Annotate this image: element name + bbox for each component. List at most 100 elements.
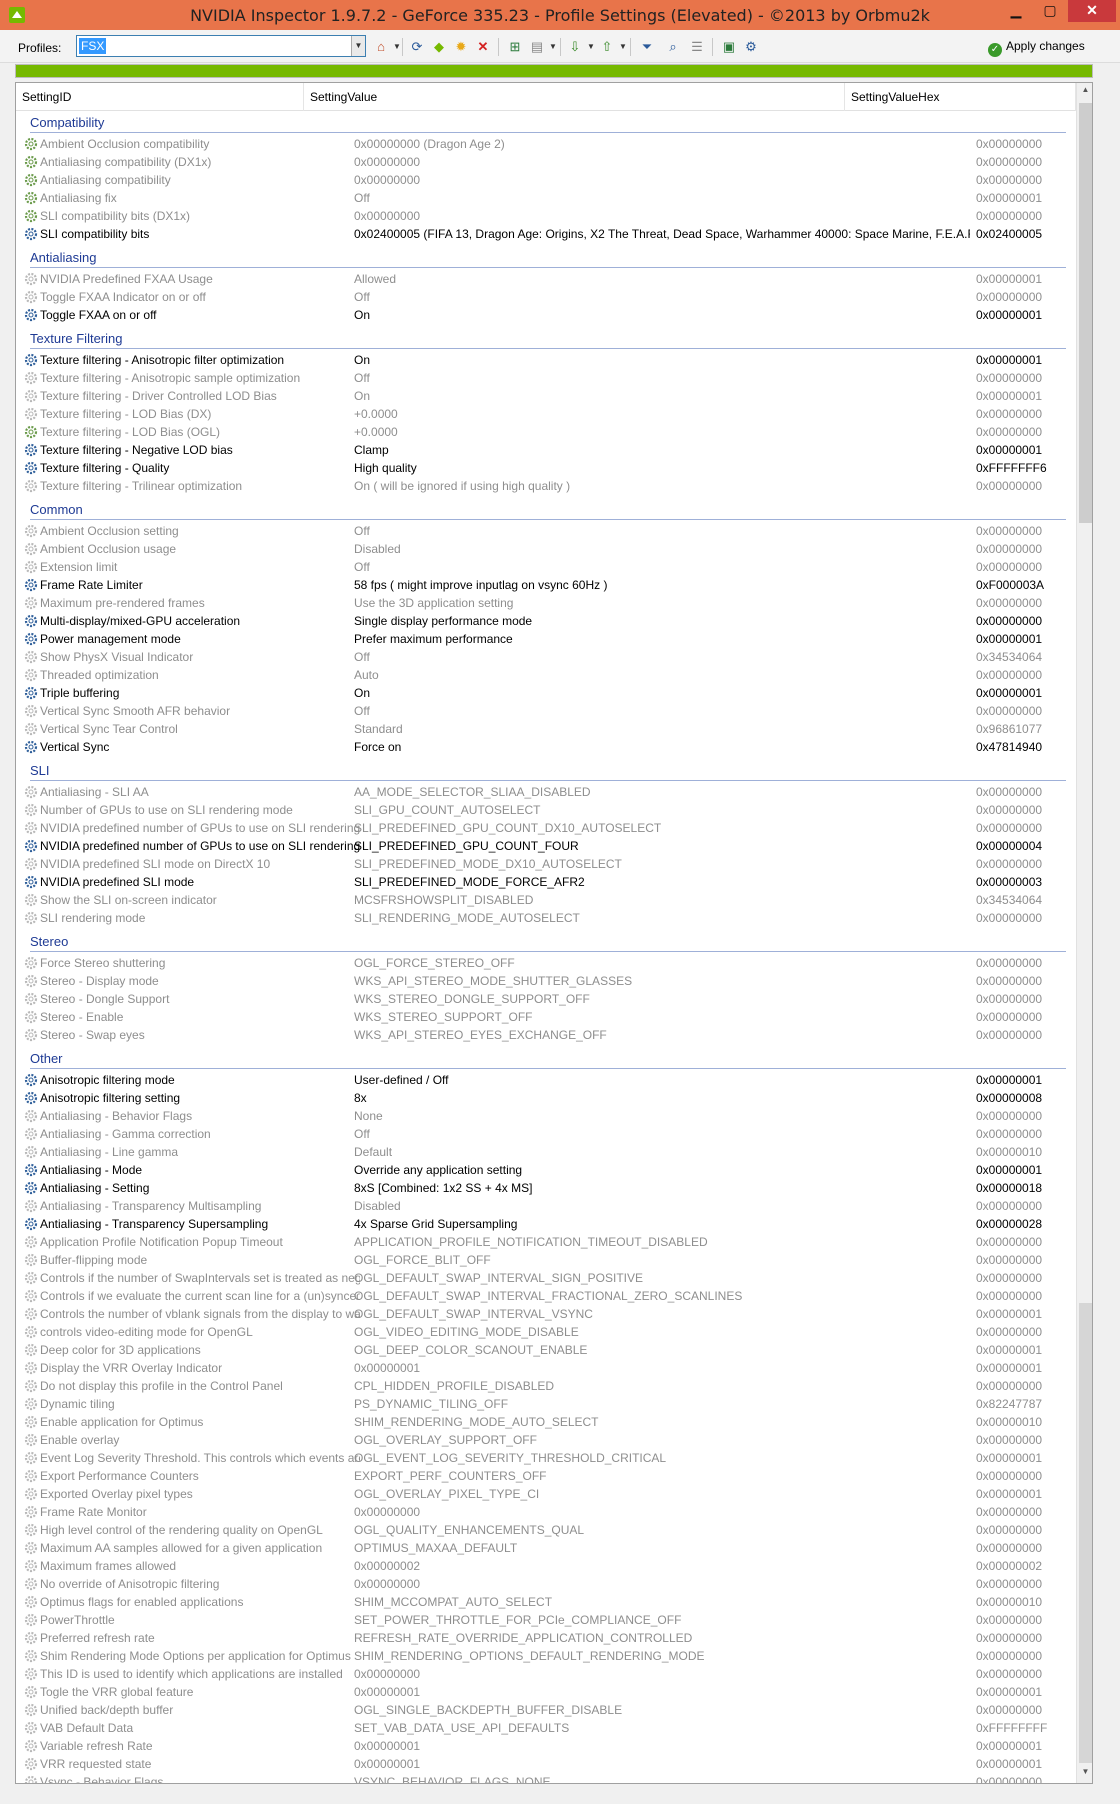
- setting-value[interactable]: SLI_RENDERING_MODE_AUTOSELECT: [354, 911, 970, 925]
- setting-value[interactable]: 0x00000002: [354, 1559, 970, 1573]
- setting-row[interactable]: Application Profile Notification Popup T…: [16, 1233, 1076, 1251]
- setting-value[interactable]: Off: [354, 371, 970, 385]
- setting-value[interactable]: PS_DYNAMIC_TILING_OFF: [354, 1397, 970, 1411]
- setting-row[interactable]: Antialiasing fix Off 0x00000001: [16, 189, 1076, 207]
- setting-value[interactable]: +0.0000: [354, 407, 970, 421]
- setting-row[interactable]: Texture filtering - Quality High quality 0…: [16, 459, 1076, 477]
- setting-row[interactable]: Controls the number of vblank signals fr…: [16, 1305, 1076, 1323]
- setting-value[interactable]: Off: [354, 191, 970, 205]
- setting-value[interactable]: 8xS [Combined: 1x2 SS + 4x MS]: [354, 1181, 970, 1195]
- window-icon[interactable]: ▣: [720, 39, 738, 55]
- setting-row[interactable]: Texture filtering - Trilinear optimizati…: [16, 477, 1076, 495]
- setting-value[interactable]: 8x: [354, 1091, 970, 1105]
- setting-row[interactable]: Antialiasing compatibility 0x00000000 0x00…: [16, 171, 1076, 189]
- setting-value[interactable]: 0x00000000: [354, 1505, 970, 1519]
- setting-row[interactable]: Ambient Occlusion usage Disabled 0x0000000…: [16, 540, 1076, 558]
- setting-value[interactable]: EXPORT_PERF_COUNTERS_OFF: [354, 1469, 970, 1483]
- setting-value[interactable]: OGL_DEEP_COLOR_SCANOUT_ENABLE: [354, 1343, 970, 1357]
- setting-row[interactable]: Exported Overlay pixel types OGL_OVERLAY_…: [16, 1485, 1076, 1503]
- setting-row[interactable]: Optimus flags for enabled applications SH…: [16, 1593, 1076, 1611]
- setting-row[interactable]: Stereo - Enable WKS_STEREO_SUPPORT_OFF 0x0…: [16, 1008, 1076, 1026]
- setting-value[interactable]: WKS_API_STEREO_MODE_SHUTTER_GLASSES: [354, 974, 970, 988]
- setting-value[interactable]: 0x00000000 (Dragon Age 2): [354, 137, 970, 151]
- setting-value[interactable]: CPL_HIDDEN_PROFILE_DISABLED: [354, 1379, 970, 1393]
- setting-value[interactable]: On: [354, 389, 970, 403]
- setting-row[interactable]: Anisotropic filtering mode User-defined /…: [16, 1071, 1076, 1089]
- setting-value[interactable]: OGL_DEFAULT_SWAP_INTERVAL_FRACTIONAL_ZER…: [354, 1289, 970, 1303]
- setting-value[interactable]: VSYNC_BEHAVIOR_FLAGS_NONE: [354, 1775, 970, 1783]
- setting-row[interactable]: SLI compatibility bits 0x02400005 (FIFA 1…: [16, 225, 1076, 243]
- setting-value[interactable]: Off: [354, 704, 970, 718]
- setting-row[interactable]: Vertical Sync Tear Control Standard 0x9686…: [16, 720, 1076, 738]
- setting-row[interactable]: Number of GPUs to use on SLI rendering m…: [16, 801, 1076, 819]
- setting-row[interactable]: Dynamic tiling PS_DYNAMIC_TILING_OFF 0x822…: [16, 1395, 1076, 1413]
- group-header[interactable]: Other: [16, 1047, 1076, 1069]
- setting-row[interactable]: Antialiasing - Transparency Supersamplin…: [16, 1215, 1076, 1233]
- setting-row[interactable]: No override of Anisotropic filtering 0x00…: [16, 1575, 1076, 1593]
- setting-row[interactable]: This ID is used to identify which applic…: [16, 1665, 1076, 1683]
- setting-row[interactable]: Display the VRR Overlay Indicator 0x00000…: [16, 1359, 1076, 1377]
- setting-value[interactable]: Override any application setting: [354, 1163, 970, 1177]
- refresh-icon[interactable]: ⟳: [408, 39, 426, 55]
- setting-row[interactable]: Togle the VRR global feature 0x00000001 0x…: [16, 1683, 1076, 1701]
- vertical-scrollbar[interactable]: ▲ ▼: [1076, 83, 1092, 1783]
- group-header[interactable]: Common: [16, 498, 1076, 520]
- setting-row[interactable]: Frame Rate Monitor 0x00000000 0x00000000: [16, 1503, 1076, 1521]
- setting-value[interactable]: 0x00000000: [354, 1667, 970, 1681]
- column-header-setting-value[interactable]: SettingValue: [304, 83, 845, 111]
- group-header[interactable]: SLI: [16, 759, 1076, 781]
- setting-row[interactable]: Deep color for 3D applications OGL_DEEP_C…: [16, 1341, 1076, 1359]
- setting-value[interactable]: 4x Sparse Grid Supersampling: [354, 1217, 970, 1231]
- setting-value[interactable]: OGL_QUALITY_ENHANCEMENTS_QUAL: [354, 1523, 970, 1537]
- setting-value[interactable]: Auto: [354, 668, 970, 682]
- setting-value[interactable]: Off: [354, 560, 970, 574]
- setting-row[interactable]: High level control of the rendering qual…: [16, 1521, 1076, 1539]
- setting-value[interactable]: Disabled: [354, 1199, 970, 1213]
- setting-value[interactable]: OGL_SINGLE_BACKDEPTH_BUFFER_DISABLE: [354, 1703, 970, 1717]
- sun-icon[interactable]: ✹: [452, 39, 470, 55]
- setting-value[interactable]: 0x00000000: [354, 155, 970, 169]
- scrollbar-track-lower[interactable]: [1079, 1303, 1092, 1763]
- setting-row[interactable]: Triple buffering On 0x00000001: [16, 684, 1076, 702]
- setting-row[interactable]: SLI rendering mode SLI_RENDERING_MODE_AUT…: [16, 909, 1076, 927]
- setting-row[interactable]: Variable refresh Rate 0x00000001 0x0000000…: [16, 1737, 1076, 1755]
- apply-changes-button[interactable]: ✓ Apply changes: [988, 39, 1085, 57]
- setting-row[interactable]: Vertical Sync Force on 0x47814940: [16, 738, 1076, 756]
- setting-row[interactable]: NVIDIA predefined SLI mode SLI_PREDEFINED…: [16, 873, 1076, 891]
- setting-row[interactable]: Anisotropic filtering setting 8x 0x0000000…: [16, 1089, 1076, 1107]
- setting-row[interactable]: Controls if the number of SwapIntervals …: [16, 1269, 1076, 1287]
- setting-value[interactable]: WKS_STEREO_SUPPORT_OFF: [354, 1010, 970, 1024]
- setting-row[interactable]: Texture filtering - Anisotropic filter o…: [16, 351, 1076, 369]
- list-icon[interactable]: ☰: [688, 39, 706, 55]
- setting-value[interactable]: SHIM_RENDERING_OPTIONS_DEFAULT_RENDERING…: [354, 1649, 970, 1663]
- setting-row[interactable]: Vertical Sync Smooth AFR behavior Off 0x00…: [16, 702, 1076, 720]
- profile-value[interactable]: FSX: [79, 38, 107, 54]
- setting-row[interactable]: controls video-editing mode for OpenGL OG…: [16, 1323, 1076, 1341]
- setting-row[interactable]: Ambient Occlusion setting Off 0x00000000: [16, 522, 1076, 540]
- chevron-down-icon[interactable]: ▼: [351, 36, 365, 56]
- settings-icon[interactable]: ⚙: [742, 39, 760, 55]
- setting-value[interactable]: On: [354, 686, 970, 700]
- setting-value[interactable]: +0.0000: [354, 425, 970, 439]
- setting-value[interactable]: User-defined / Off: [354, 1073, 970, 1087]
- group-header[interactable]: Antialiasing: [16, 246, 1076, 268]
- setting-row[interactable]: Extension limit Off 0x00000000: [16, 558, 1076, 576]
- setting-value[interactable]: SLI_PREDEFINED_MODE_FORCE_AFR2: [354, 875, 970, 889]
- setting-row[interactable]: Texture filtering - LOD Bias (DX) +0.0000…: [16, 405, 1076, 423]
- setting-row[interactable]: Texture filtering - Anisotropic sample o…: [16, 369, 1076, 387]
- setting-value[interactable]: SLI_PREDEFINED_GPU_COUNT_FOUR: [354, 839, 970, 853]
- setting-row[interactable]: Stereo - Dongle Support WKS_STEREO_DONGLE…: [16, 990, 1076, 1008]
- setting-row[interactable]: Antialiasing - SLI AA AA_MODE_SELECTOR_SL…: [16, 783, 1076, 801]
- setting-row[interactable]: Enable application for Optimus SHIM_RENDE…: [16, 1413, 1076, 1431]
- setting-row[interactable]: Toggle FXAA on or off On 0x00000001: [16, 306, 1076, 324]
- add-profile-icon[interactable]: ⊞: [506, 39, 524, 55]
- setting-value[interactable]: AA_MODE_SELECTOR_SLIAA_DISABLED: [354, 785, 970, 799]
- setting-value[interactable]: SET_VAB_DATA_USE_API_DEFAULTS: [354, 1721, 970, 1735]
- setting-value[interactable]: High quality: [354, 461, 970, 475]
- setting-row[interactable]: Texture filtering - LOD Bias (OGL) +0.000…: [16, 423, 1076, 441]
- setting-value[interactable]: On ( will be ignored if using high quali…: [354, 479, 970, 493]
- setting-row[interactable]: Antialiasing - Mode Override any applicat…: [16, 1161, 1076, 1179]
- setting-value[interactable]: OGL_FORCE_STEREO_OFF: [354, 956, 970, 970]
- group-header[interactable]: Compatibility: [16, 111, 1076, 133]
- setting-row[interactable]: Ambient Occlusion compatibility 0x0000000…: [16, 135, 1076, 153]
